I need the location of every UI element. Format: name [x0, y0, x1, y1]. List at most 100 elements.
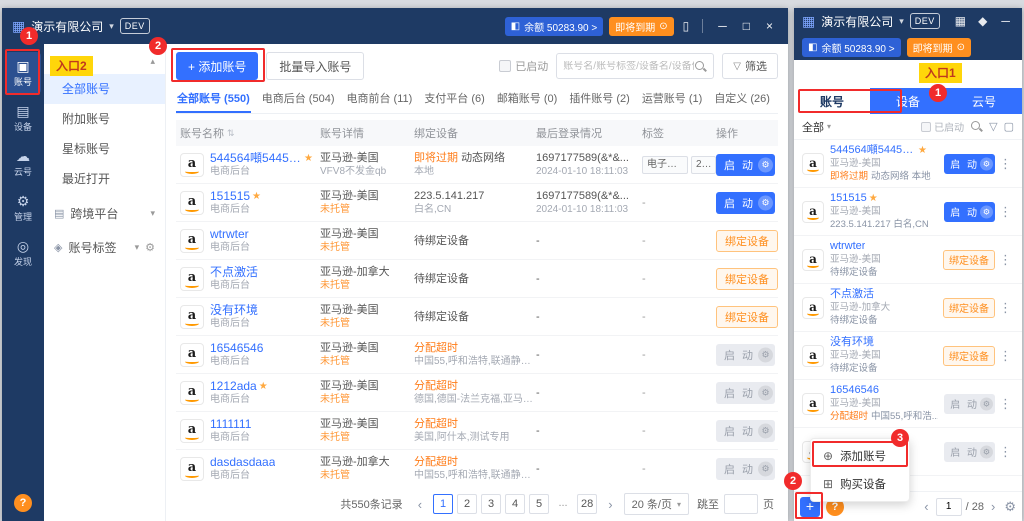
account-name-link[interactable]: 没有环境	[210, 304, 258, 317]
scope-select[interactable]: 全部 ▾	[802, 119, 831, 135]
jump-page-input[interactable]	[724, 494, 758, 514]
more-icon[interactable]: ⋮	[997, 300, 1014, 316]
balance-chip[interactable]: ◧ 余额 50283.90 >	[505, 17, 604, 36]
action-button[interactable]: 绑定设备 ⚙	[943, 298, 995, 318]
account-name-link[interactable]: wtrwter	[210, 228, 249, 241]
prev-page-icon[interactable]: ‹	[921, 499, 931, 514]
account-name-link[interactable]: wtrwter	[830, 240, 865, 253]
scan-icon[interactable]: ▯	[680, 19, 693, 33]
account-tab[interactable]: 插件账号 (2)	[568, 84, 631, 113]
pin-icon[interactable]: ◆	[975, 14, 990, 28]
more-icon[interactable]: ⋮	[997, 348, 1014, 364]
star-icon[interactable]: ★	[869, 192, 878, 205]
sort-icon[interactable]: ⇅	[227, 128, 235, 139]
account-name-link[interactable]: 16546546	[210, 342, 263, 355]
table-row[interactable]: a 没有环境 ★ 电商后台 亚马逊-美国 未托管	[176, 298, 778, 336]
account-name-link[interactable]: 1212ada	[210, 380, 257, 393]
context-menu-item[interactable]: ⊞ 购买设备	[811, 470, 909, 498]
tag-chip[interactable]: 202	[691, 156, 716, 174]
table-row[interactable]: a 1111111 ★ 电商后台 亚马逊-美国 未托管	[176, 412, 778, 450]
search-icon[interactable]	[694, 60, 707, 73]
table-row[interactable]: a 不点激活 ★ 电商后台 亚马逊-加拿大 未托管	[176, 260, 778, 298]
launch-options-icon[interactable]: ⚙	[758, 461, 773, 476]
action-button[interactable]: 绑定设备 ⚙	[716, 268, 778, 290]
account-name-link[interactable]: 16546546	[830, 384, 879, 397]
context-menu-item[interactable]: ⊕ 添加账号	[811, 442, 909, 470]
table-row[interactable]: a 151515 ★ 电商后台 亚马逊-美国 未托管	[176, 184, 778, 222]
action-button[interactable]: 绑定设备 ⚙	[943, 346, 995, 366]
more-icon[interactable]: ⋮	[997, 156, 1014, 172]
star-icon[interactable]: ★	[304, 152, 313, 165]
account-name-link[interactable]: 151515	[210, 190, 250, 203]
table-row[interactable]: a dasdasdaaa ★ 电商后台 亚马逊-加拿大 未托	[176, 450, 778, 487]
company-name[interactable]: 演示有限公司	[821, 13, 893, 30]
account-name-link[interactable]: 544564噸544564噸54...	[830, 144, 916, 157]
balance-chip[interactable]: ◧ 余额 50283.90 >	[802, 38, 901, 57]
account-tab[interactable]: 邮箱账号 (0)	[496, 84, 559, 113]
action-button[interactable]: 启 动 ⚙	[716, 192, 775, 214]
launch-options-icon[interactable]: ⚙	[980, 397, 993, 410]
account-tab[interactable]: 支付平台 (6)	[423, 84, 486, 113]
add-account-button[interactable]: + 添加账号	[176, 52, 258, 80]
account-name-link[interactable]: 不点激活	[830, 288, 874, 301]
action-button[interactable]: 启 动 ⚙	[716, 344, 775, 366]
nav-item[interactable]: 附加账号	[44, 104, 165, 134]
account-name-link[interactable]: dasdasdaaa	[210, 456, 275, 469]
tag-chip[interactable]: 电子产品	[642, 156, 688, 174]
sidebar-module-item[interactable]: ▣ 账号	[5, 52, 41, 94]
launch-options-icon[interactable]: ⚙	[758, 195, 773, 210]
nav-group-row[interactable]: ◈ 账号标签 ▾ ⚙	[44, 232, 165, 262]
action-button[interactable]: 启 动 ⚙	[716, 382, 775, 404]
account-name-link[interactable]: 544564噸544564...	[210, 152, 302, 165]
action-button[interactable]: 启 动 ⚙	[716, 458, 775, 480]
action-button[interactable]: 启 动 ⚙	[944, 202, 995, 222]
launch-options-icon[interactable]: ⚙	[980, 445, 993, 458]
next-page-icon[interactable]: ›	[988, 499, 998, 514]
sidebar-module-item[interactable]: ▤ 设备	[5, 97, 41, 139]
star-icon[interactable]: ★	[259, 380, 268, 393]
mini-tab[interactable]: 账号	[794, 88, 870, 114]
help-button[interactable]: ?	[14, 494, 32, 512]
account-list-item[interactable]: a 16546546 ★ 亚马逊-美国 分配超时 中国55,呼和浩... 启 动	[794, 380, 1022, 428]
search-input[interactable]	[563, 61, 694, 72]
chevron-down-icon[interactable]: ▾	[135, 242, 140, 253]
page-number[interactable]: 1	[433, 494, 453, 514]
table-row[interactable]: a wtrwter ★ 电商后台 亚马逊-美国 未托管	[176, 222, 778, 260]
launch-options-icon[interactable]: ⚙	[758, 423, 773, 438]
page-number[interactable]: 28	[577, 494, 597, 514]
close-button[interactable]: ×	[1021, 14, 1022, 28]
account-name-link[interactable]: 没有环境	[830, 336, 874, 349]
launch-options-icon[interactable]: ⚙	[758, 385, 773, 400]
table-row[interactable]: a 16546546 ★ 电商后台 亚马逊-美国 未托管	[176, 336, 778, 374]
more-icon[interactable]: ⋮	[997, 444, 1014, 460]
sidebar-module-item[interactable]: ◎ 发现	[5, 232, 41, 274]
funnel-icon[interactable]: ▽	[989, 120, 997, 133]
table-row[interactable]: a 1212ada ★ 电商后台 亚马逊-美国 未托管	[176, 374, 778, 412]
sidebar-module-item[interactable]: ⚙ 管理	[5, 187, 41, 229]
account-list-item[interactable]: a wtrwter ★ 亚马逊-美国 待绑定设备 绑定设备 ⚙	[794, 236, 1022, 284]
sidebar-module-item[interactable]: ☁ 云号	[5, 142, 41, 184]
mini-tab[interactable]: 云号	[946, 88, 1022, 114]
account-list-item[interactable]: a 151515 ★ 亚马逊-美国 223.5.141.217 白名,CN 启 …	[794, 188, 1022, 236]
account-list-item[interactable]: a 没有环境 ★ 亚马逊-美国 待绑定设备 绑定设备 ⚙	[794, 332, 1022, 380]
account-name-link[interactable]: 不点激活	[210, 266, 258, 279]
account-tab[interactable]: 全部账号 (550)	[176, 84, 251, 113]
star-icon[interactable]: ★	[252, 190, 261, 203]
prev-page-icon[interactable]: ‹	[415, 497, 425, 512]
star-icon[interactable]: ★	[918, 144, 927, 157]
maximize-button[interactable]: □	[738, 19, 755, 33]
account-list-item[interactable]: a 544564噸544564噸54... ★ 亚马逊-美国 即将过期 动态网络…	[794, 140, 1022, 188]
action-button[interactable]: 启 动 ⚙	[716, 154, 775, 176]
batch-import-button[interactable]: 批量导入账号	[266, 52, 364, 80]
chevron-down-icon[interactable]: ▾	[109, 21, 114, 32]
launch-options-icon[interactable]: ⚙	[758, 157, 773, 172]
collapse-icon[interactable]: ▴	[150, 56, 155, 67]
minimize-button[interactable]: ─	[713, 19, 732, 33]
table-row[interactable]: a 544564噸544564... ★ 电商后台 亚马逊-美国	[176, 146, 778, 184]
page-number[interactable]: 2	[457, 494, 477, 514]
page-number[interactable]: 4	[505, 494, 525, 514]
more-icon[interactable]: ⋮	[997, 396, 1014, 412]
account-tab[interactable]: 电商前台 (11)	[346, 84, 414, 113]
gear-icon[interactable]: ⚙	[145, 241, 155, 254]
nav-group-row[interactable]: ▤ 跨境平台 ▾ ⚙	[44, 198, 165, 228]
